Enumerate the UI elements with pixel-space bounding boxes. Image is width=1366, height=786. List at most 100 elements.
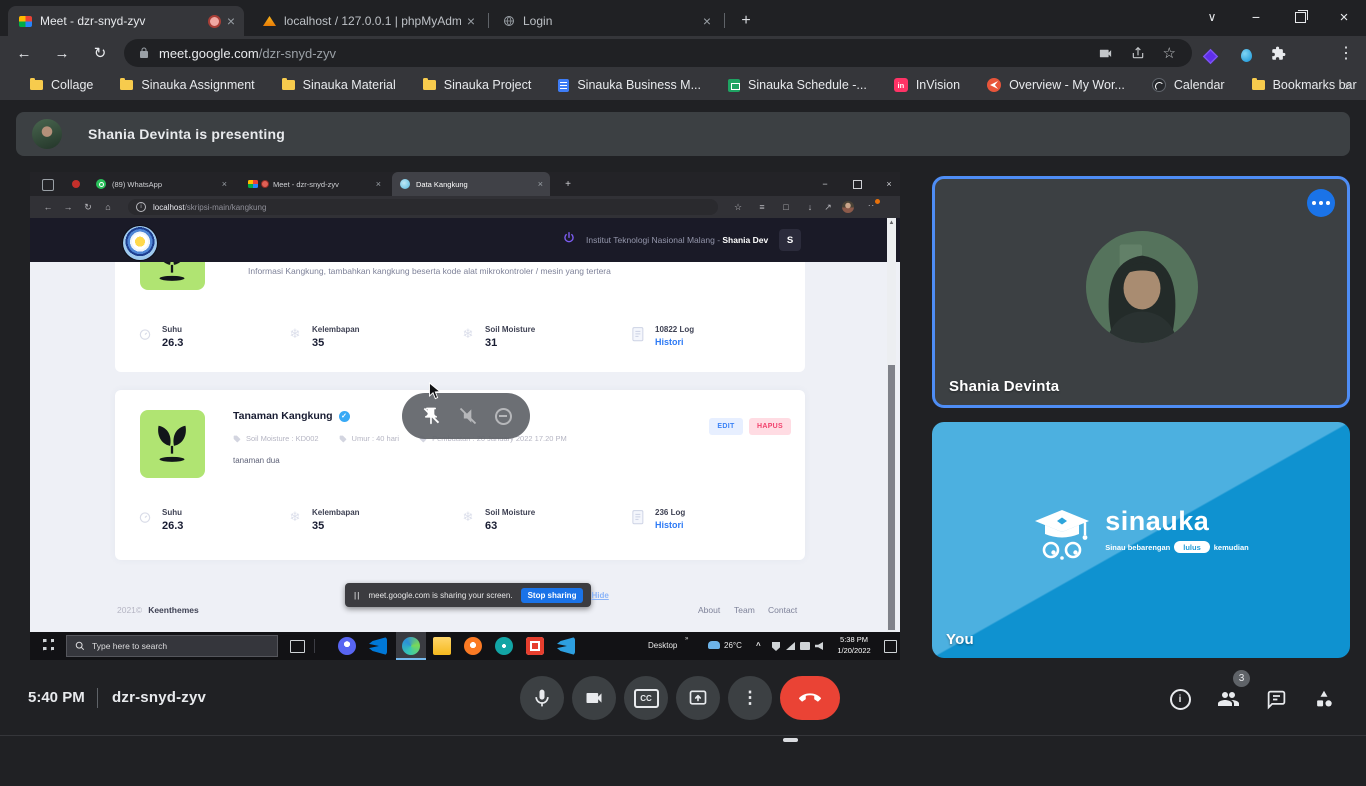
- taskbar-search-input[interactable]: Type here to search: [66, 635, 278, 657]
- window-restore-button[interactable]: [1278, 0, 1322, 34]
- extension-drop-icon[interactable]: [1234, 43, 1258, 67]
- more-options-button[interactable]: ⋮: [728, 676, 772, 720]
- present-button[interactable]: [676, 676, 720, 720]
- histori-link[interactable]: Histori: [655, 520, 685, 530]
- window-chevron-button[interactable]: ∨: [1190, 0, 1234, 34]
- bookmark-sinauka-project[interactable]: Sinauka Project: [423, 78, 532, 92]
- participant-tile-you[interactable]: sinauka Sinau bebarengan lulus kemudian …: [932, 422, 1350, 658]
- leave-call-button[interactable]: [780, 676, 840, 720]
- keyboard-tray-icon[interactable]: [800, 642, 810, 650]
- shared-close-button[interactable]: ×: [876, 172, 900, 196]
- bookmark-bookmarks-bar[interactable]: Bookmarks bar: [1252, 78, 1357, 92]
- tab-close-icon[interactable]: ×: [227, 13, 235, 29]
- edge-profile-avatar[interactable]: [842, 201, 854, 213]
- share-icon[interactable]: ↗: [820, 200, 836, 214]
- teal-app-icon[interactable]: [495, 637, 513, 655]
- edge-icon[interactable]: [402, 637, 420, 655]
- vscode-insiders-icon[interactable]: [557, 637, 575, 655]
- bookmark-star-icon[interactable]: ☆: [1163, 44, 1176, 62]
- site-info-icon[interactable]: i: [136, 202, 146, 212]
- action-center-icon[interactable]: [884, 640, 897, 653]
- stop-sharing-button[interactable]: Stop sharing: [521, 588, 584, 603]
- bookmarks-overflow-icon[interactable]: »: [1344, 77, 1352, 93]
- tab-close-icon[interactable]: ×: [467, 13, 475, 29]
- tab-phpmyadmin[interactable]: localhost / 127.0.0.1 | phpMyAdm ×: [252, 6, 484, 36]
- favorites-list-icon[interactable]: ≡: [754, 200, 770, 214]
- shared-tab-meet[interactable]: Meet - dzr-snyd-zyv ×: [240, 172, 388, 196]
- tab-login[interactable]: Login ×: [492, 6, 720, 36]
- task-view-icon[interactable]: [290, 640, 305, 653]
- tab-close-icon[interactable]: ×: [222, 179, 227, 189]
- bookmark-sinauka-material[interactable]: Sinauka Material: [282, 78, 396, 92]
- file-explorer-icon[interactable]: [433, 637, 451, 655]
- edge-menu-icon[interactable]: ..: [868, 198, 875, 208]
- tab-close-icon[interactable]: ×: [703, 13, 711, 29]
- browser-menu-icon[interactable]: ⋮: [1334, 41, 1358, 65]
- xampp-icon[interactable]: [464, 637, 482, 655]
- network-tray-icon[interactable]: [786, 642, 795, 650]
- scroll-up-icon[interactable]: ▲: [887, 218, 896, 228]
- activities-button[interactable]: [1311, 686, 1337, 712]
- bookmark-sinauka-assignment[interactable]: Sinauka Assignment: [120, 78, 254, 92]
- shared-restore-button[interactable]: [844, 172, 870, 196]
- tab-camera-icon[interactable]: [1098, 46, 1113, 61]
- taskbar-clock[interactable]: 5:38 PM1/20/2022: [826, 635, 882, 657]
- participant-tile-shania[interactable]: Shania Devinta: [932, 176, 1350, 408]
- bookmark-calendar[interactable]: Calendar: [1152, 78, 1225, 92]
- shared-tab-kangkung[interactable]: Data Kangkung ×: [392, 172, 550, 196]
- reload-button[interactable]: ↻: [88, 41, 112, 65]
- hapus-button[interactable]: HAPUS: [749, 418, 791, 435]
- desktop-label[interactable]: Desktop: [648, 641, 677, 650]
- bookmark-invision[interactable]: inInVision: [894, 78, 960, 92]
- reload-icon[interactable]: ↻: [80, 200, 96, 214]
- meeting-details-button[interactable]: i: [1167, 686, 1193, 712]
- red-app-icon[interactable]: [526, 637, 544, 655]
- discord-icon[interactable]: [338, 637, 356, 655]
- home-icon[interactable]: ⌂: [100, 200, 116, 214]
- forward-icon[interactable]: →: [60, 200, 76, 214]
- histori-link[interactable]: Histori: [655, 337, 694, 347]
- hide-toast-link[interactable]: Hide: [591, 591, 608, 600]
- tab-actions-icon[interactable]: [42, 179, 54, 191]
- speaker-tray-icon[interactable]: [815, 642, 823, 650]
- scrollbar-thumb[interactable]: [888, 365, 895, 630]
- footer-link-contact[interactable]: Contact: [768, 605, 797, 615]
- shared-new-tab-button[interactable]: +: [558, 172, 578, 196]
- downloads-icon[interactable]: ↓: [802, 200, 818, 214]
- edit-button[interactable]: EDIT: [709, 418, 743, 435]
- back-icon[interactable]: ←: [40, 200, 56, 214]
- microphone-button[interactable]: [520, 676, 564, 720]
- new-tab-button[interactable]: +: [734, 9, 758, 33]
- tab-meet[interactable]: Meet - dzr-snyd-zyv ×: [8, 6, 244, 36]
- window-minimize-button[interactable]: −: [1234, 0, 1278, 34]
- forward-button[interactable]: →: [50, 41, 74, 65]
- collections-icon[interactable]: □: [778, 200, 794, 214]
- back-button[interactable]: ←: [12, 41, 36, 65]
- footer-link-about[interactable]: About: [698, 605, 720, 615]
- tile-menu-button[interactable]: [1307, 189, 1335, 217]
- shared-minimize-button[interactable]: −: [812, 172, 838, 196]
- unpin-icon[interactable]: [421, 406, 441, 426]
- pinned-tab-icon[interactable]: [72, 180, 80, 188]
- tab-close-icon[interactable]: ×: [376, 179, 381, 189]
- chat-button[interactable]: [1263, 686, 1289, 712]
- shared-address-bar[interactable]: i localhost/skripsi-main/kangkung: [128, 199, 718, 215]
- shared-tab-whatsapp[interactable]: (89) WhatsApp ×: [88, 172, 234, 196]
- window-close-button[interactable]: ×: [1322, 0, 1366, 34]
- power-icon[interactable]: [562, 231, 576, 245]
- extension-purple-icon[interactable]: [1198, 44, 1222, 68]
- user-initial-badge[interactable]: S: [779, 229, 801, 251]
- footer-link-team[interactable]: Team: [734, 605, 755, 615]
- participants-button[interactable]: [1215, 686, 1241, 712]
- captions-button[interactable]: CC: [624, 676, 668, 720]
- vscode-icon[interactable]: [369, 637, 387, 655]
- extensions-puzzle-icon[interactable]: [1266, 41, 1290, 65]
- shield-tray-icon[interactable]: [772, 642, 780, 651]
- favorite-star-icon[interactable]: ☆: [730, 200, 746, 214]
- bookmark-sinauka-business[interactable]: Sinauka Business M...: [558, 78, 701, 92]
- presentation-screen[interactable]: (89) WhatsApp × Meet - dzr-snyd-zyv × Da…: [30, 172, 900, 660]
- bookmark-collage[interactable]: Collage: [30, 78, 93, 92]
- start-button-icon[interactable]: [40, 639, 54, 653]
- tray-caret-icon[interactable]: ^: [756, 641, 761, 650]
- address-bar[interactable]: meet.google.com/dzr-snyd-zyv ☆: [124, 39, 1192, 67]
